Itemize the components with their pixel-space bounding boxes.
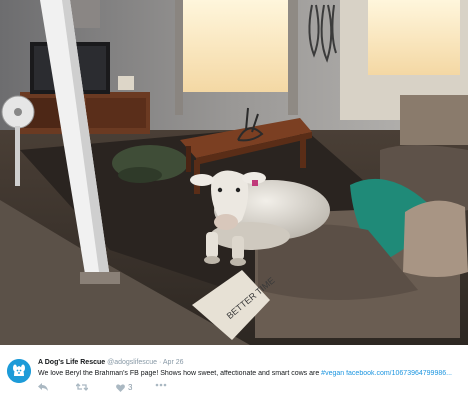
like-button[interactable]: 3	[116, 383, 132, 392]
tweet-meta: A Dog's Life Rescue @adogslifescue · Apr…	[0, 345, 468, 403]
avatar[interactable]	[7, 359, 31, 383]
more-button[interactable]	[155, 383, 167, 387]
user-handle[interactable]: @adogslifescue	[107, 359, 157, 366]
tweet-photo[interactable]: BETTER TIME	[0, 0, 468, 345]
url-link[interactable]: facebook.com/10673964799986...	[346, 370, 452, 377]
reply-button[interactable]	[38, 383, 48, 391]
reply-icon	[38, 383, 48, 391]
tweet-date[interactable]: Apr 26	[163, 359, 184, 366]
tweet-card: BETTER TIME A Dog's Life Rescue @adogsli…	[0, 0, 468, 403]
retweet-button[interactable]	[76, 383, 88, 391]
tweet-text: We love Beryl the Brahman's FB page! Sho…	[38, 370, 463, 377]
tweet-body: We love Beryl the Brahman's FB page! Sho…	[38, 370, 322, 377]
hashtag-link[interactable]: #vegan	[321, 370, 344, 377]
more-icon	[155, 383, 167, 387]
tweet-header: A Dog's Life Rescue @adogslifescue · Apr…	[38, 359, 184, 366]
living-room-photo: BETTER TIME	[0, 0, 468, 345]
display-name[interactable]: A Dog's Life Rescue	[38, 359, 105, 366]
dog-logo-icon	[7, 359, 31, 383]
retweet-icon	[76, 383, 88, 391]
like-count: 3	[128, 383, 133, 392]
like-icon	[116, 383, 125, 392]
separator-dot: ·	[158, 359, 162, 366]
